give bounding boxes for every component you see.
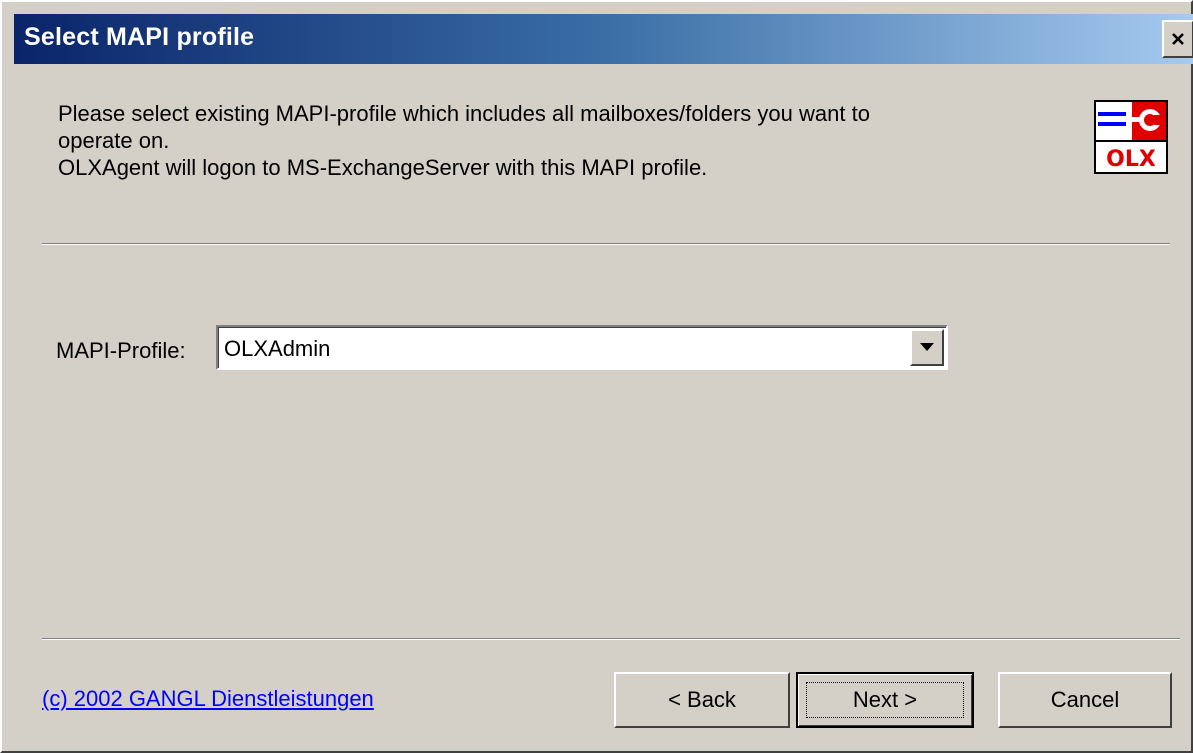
select-mapi-profile-dialog: Select MAPI profile Please select existi… (0, 0, 1193, 753)
instructions-line-2: operate on. (58, 128, 170, 153)
window-title: Select MAPI profile (24, 23, 255, 51)
olx-wrench-logo-icon: OLX (1094, 100, 1168, 174)
dropdown-arrow-button[interactable] (910, 329, 944, 366)
chevron-down-icon (920, 343, 934, 351)
title-bar[interactable]: Select MAPI profile (14, 14, 1193, 64)
logo-text: OLX (1106, 147, 1156, 172)
next-button-label: Next > (852, 687, 918, 712)
cancel-button-label: Cancel (1050, 687, 1120, 712)
back-button[interactable]: < Back (614, 672, 790, 728)
close-icon (1172, 33, 1184, 45)
copyright-link[interactable]: (c) 2002 GANGL Dienstleistungen (42, 686, 374, 712)
next-button[interactable]: Next > (796, 672, 974, 728)
mapi-profile-select[interactable]: OLXAdmin (216, 325, 948, 370)
mapi-profile-label: MAPI-Profile: (56, 338, 186, 363)
cancel-button[interactable]: Cancel (998, 672, 1172, 728)
footer-separator (42, 638, 1180, 640)
close-button[interactable] (1162, 20, 1193, 58)
mapi-profile-value: OLXAdmin (224, 336, 331, 361)
header-separator (42, 243, 1170, 245)
instructions-text: Please select existing MAPI-profile whic… (58, 100, 1048, 181)
instructions-line-3: OLXAgent will logon to MS-ExchangeServer… (58, 155, 708, 180)
instructions-line-1: Please select existing MAPI-profile whic… (58, 101, 870, 126)
back-button-label: < Back (668, 687, 736, 712)
